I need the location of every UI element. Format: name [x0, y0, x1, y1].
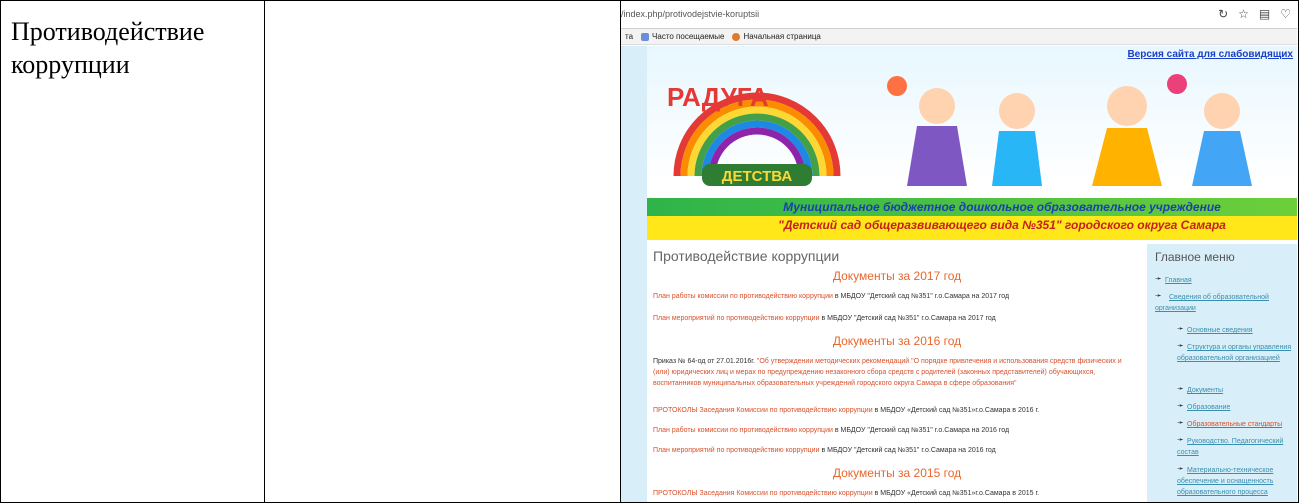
doc-link[interactable]: ПРОТОКОЛЫ Заседания Комиссии по противод…	[653, 490, 873, 497]
main-content: Противодействие коррупции Документы за 2…	[647, 244, 1147, 502]
menu-item-staff[interactable]: Руководство. Педагогический состав	[1177, 436, 1295, 458]
menu-item-standards[interactable]: Образовательные стандарты	[1187, 419, 1297, 430]
doc-link[interactable]: План мероприятий по противодействию корр…	[653, 315, 820, 322]
menu-item-documents[interactable]: Документы	[1187, 385, 1292, 396]
site-page: РАДУГА ДЕТСТВА Версия сайта для слабовид…	[647, 46, 1297, 502]
bookmarks-bar: та Часто посещаемые Начальная страница	[621, 29, 1297, 45]
firefox-icon	[732, 32, 741, 41]
rainbow-logo: РАДУГА ДЕТСТВА	[667, 82, 841, 186]
url-text[interactable]: /index.php/protivodejstvie-koruptsii	[621, 9, 759, 19]
browser-address-bar[interactable]: /index.php/protivodejstvie-koruptsii ↻ ☆…	[621, 2, 1297, 29]
section-heading-2017: Документы за 2017 год	[832, 269, 962, 283]
page-title: Противодействие коррупции	[653, 248, 840, 264]
arrow-icon: ➛	[1177, 324, 1184, 333]
doc-item: План мероприятий по противодействию корр…	[653, 315, 996, 322]
accessible-version-link[interactable]: Версия сайта для слабовидящих	[1127, 49, 1293, 60]
logo-bottom-text: ДЕТСТВА	[722, 168, 793, 185]
bookmark-frequent[interactable]: Часто посещаемые	[641, 32, 724, 41]
bookmarks-icon[interactable]: ▤	[1259, 7, 1270, 21]
org-line-2: "Детский сад общеразвивающего вида №351"…	[778, 218, 1226, 232]
doc-link[interactable]: План работы комиссии по противодействию …	[653, 293, 833, 300]
logo-top-text: РАДУГА	[667, 82, 769, 112]
browser-toolbar-icons: ↻ ☆ ▤ ♡	[1218, 7, 1291, 21]
doc-item: ПРОТОКОЛЫ Заседания Комиссии по противод…	[653, 490, 1040, 497]
children-illustration	[887, 74, 1252, 186]
folder-icon	[641, 32, 650, 41]
website-screenshot: /index.php/protivodejstvie-koruptsii ↻ ☆…	[621, 2, 1297, 502]
doc-item: План работы комиссии по противодействию …	[653, 293, 1010, 300]
arrow-icon: ➛	[1177, 384, 1184, 393]
arrow-icon: ➛	[1177, 418, 1184, 427]
doc-link[interactable]: План работы комиссии по противодействию …	[653, 427, 833, 434]
menu-item-basic[interactable]: Основные сведения	[1187, 325, 1292, 336]
column-divider	[264, 1, 265, 502]
pocket-icon[interactable]: ♡	[1280, 7, 1291, 21]
site-banner: РАДУГА ДЕТСТВА Версия сайта для слабовид…	[647, 46, 1297, 242]
org-line-1: Муниципальное бюджетное дошкольное образ…	[783, 200, 1221, 214]
bookmark-prefix: та	[625, 32, 634, 41]
arrow-icon: ➛	[1155, 274, 1162, 283]
doc-item: ПРОТОКОЛЫ Заседания Комиссии по противод…	[653, 407, 1040, 414]
site-background: РАДУГА ДЕТСТВА Версия сайта для слабовид…	[621, 46, 1297, 502]
menu-item-home[interactable]: Главная	[1165, 275, 1290, 286]
arrow-icon: ➛	[1177, 401, 1184, 410]
order-item: Приказ № 64-од от 27.01.2016г. "Об утвер…	[653, 358, 1122, 387]
doc-link[interactable]: План мероприятий по противодействию корр…	[653, 447, 820, 454]
menu-item-education[interactable]: Образование	[1187, 402, 1292, 413]
section-heading-2016: Документы за 2016 год	[832, 334, 962, 348]
section-heading-2015: Документы за 2015 год	[832, 466, 962, 480]
menu-item-structure[interactable]: Структура и органы управления образовате…	[1177, 342, 1295, 364]
cell-title: Противодействие коррупции	[11, 17, 205, 79]
menu-title: Главное меню	[1155, 250, 1235, 264]
star-icon[interactable]: ☆	[1238, 7, 1249, 21]
doc-item: План работы комиссии по противодействию …	[653, 427, 1010, 434]
doc-link[interactable]: ПРОТОКОЛЫ Заседания Комиссии по противод…	[653, 407, 873, 414]
menu-item-facilities[interactable]: Материально-техническое обеспечение и ос…	[1177, 465, 1295, 498]
sidebar: Главное меню ➛ Главная ➛ Сведения об обр…	[1147, 244, 1297, 502]
doc-item: План мероприятий по противодействию корр…	[653, 447, 996, 454]
reload-icon[interactable]: ↻	[1218, 7, 1228, 21]
bookmark-home[interactable]: Начальная страница	[732, 32, 821, 41]
menu-item-info[interactable]: Сведения об образовательной организации	[1155, 292, 1290, 314]
